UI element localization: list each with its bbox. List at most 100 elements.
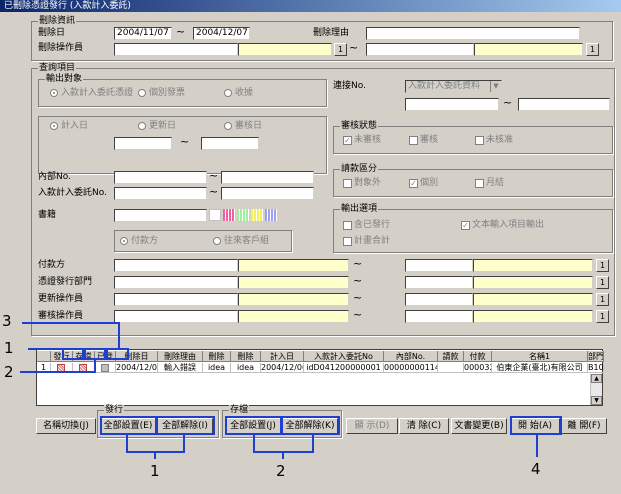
output-target-radio-1[interactable] [50,89,58,97]
deletion-date-to[interactable]: 2004/12/07 [193,27,250,40]
deletion-date-from[interactable]: 2004/11/07 [114,27,172,40]
date-to-input[interactable] [201,137,259,150]
internal-no-to[interactable] [221,171,314,184]
color-swatch-blue[interactable] [265,209,277,221]
amount-checkbox-1[interactable] [343,179,352,188]
approve-op-name-from [238,310,349,323]
update-op-name-to [473,293,593,306]
vertical-scrollbar[interactable]: ▲ ▼ [590,374,602,405]
color-swatch-yellow[interactable] [251,209,263,221]
lookup-button[interactable]: 1 [596,259,609,272]
deletion-reason-input[interactable] [366,27,580,40]
output-target-option-1: 入款計入委託憑證 [61,88,134,98]
lookup-button[interactable]: 1 [586,43,599,56]
annotation-line [183,434,185,452]
internal-no-from[interactable] [114,171,207,184]
link-no-from[interactable] [405,98,499,111]
date-from-input[interactable] [114,137,172,150]
update-op-code-from[interactable] [114,293,238,306]
deletion-operator-name-to [474,43,583,56]
clear-button[interactable]: 清 除(C) [399,418,449,434]
date-type-radio-1[interactable] [50,122,58,130]
output-target-radio-3[interactable] [224,89,232,97]
output-target-radio-2[interactable] [138,89,146,97]
scroll-down-icon[interactable]: ▼ [591,396,602,405]
output-target-option-2: 個別發票 [149,88,186,98]
grid-header-name1[interactable]: 名稱1 [492,351,588,362]
dept-code-from[interactable] [114,276,238,289]
entrusted-no-to[interactable] [221,187,314,200]
color-swatch-green[interactable] [237,209,249,221]
output-option-checkbox-2[interactable]: ✓ [461,221,470,230]
grid-header-delete-reason[interactable]: 刪除理由 [158,351,203,362]
payer-name-to [473,259,593,272]
review-checkbox-2[interactable] [409,136,418,145]
output-option-checkbox-3[interactable] [343,237,352,246]
payer-code-from[interactable] [114,259,238,272]
entrusted-no-from[interactable] [114,187,207,200]
range-tilde: ~ [353,308,363,321]
grid-header-delete-2[interactable]: 刪除 [231,351,261,362]
name-switch-button[interactable]: 名稱切換(J) [36,418,96,434]
dept-code-to[interactable] [405,276,473,289]
update-op-code-to[interactable] [405,293,473,306]
review-option-3: 未核准 [486,135,514,145]
review-checkbox-1[interactable]: ✓ [343,136,352,145]
deletion-reason-label: 刪除理由 [313,28,350,38]
range-tilde: ~ [176,25,186,38]
grid-header-internal-no[interactable]: 內部No. [384,351,438,362]
annotation-line [22,322,120,324]
color-swatch-pink[interactable] [223,209,235,221]
lookup-button[interactable]: 1 [334,43,347,56]
grid-cell-name1: 伯東企業(臺北)有限公司 [492,363,588,373]
grid-header-entrusted-no[interactable]: 入款計入委託No [304,351,384,362]
review-checkbox-3[interactable] [475,136,484,145]
grid-header-payment[interactable]: 付款 [464,351,492,362]
internal-no-label: 內部No. [38,172,71,182]
grid-header-posting-date[interactable]: 計入日 [261,351,304,362]
book-input[interactable] [114,209,207,222]
annotation-line [312,434,314,452]
output-option-2: 文本輸入項目輸出 [472,220,545,230]
approve-op-code-to[interactable] [405,310,473,323]
grid-header-claim[interactable]: 請款 [438,351,464,362]
annotation-box-registered-column [106,348,129,360]
grid-cell-entrusted-no: idD041200000001 [304,363,384,373]
payer-code-to[interactable] [405,259,473,272]
date-type-option-1: 計入日 [61,121,89,131]
approve-op-code-from[interactable] [114,310,238,323]
lookup-button[interactable]: 1 [596,293,609,306]
scroll-up-icon[interactable]: ▲ [591,374,602,383]
grid-header-dept[interactable]: 部門 [588,351,604,362]
output-option-checkbox-1[interactable] [343,221,352,230]
exit-button[interactable]: 離 開(F) [561,418,607,434]
lookup-button[interactable]: 1 [596,276,609,289]
display-button[interactable]: 顯 示(D) [346,418,398,434]
link-no-to[interactable] [518,98,610,111]
date-type-radio-2[interactable] [138,122,146,130]
lookup-button[interactable]: 1 [596,310,609,323]
grid-cell-delete-1: idea [203,363,231,373]
date-type-radio-3[interactable] [224,122,232,130]
party-radio-group[interactable] [213,237,221,245]
review-option-1: 未審核 [354,135,382,145]
deletion-operator-code-from[interactable] [114,43,238,56]
amount-checkbox-2[interactable]: ✓ [409,179,418,188]
amount-checkbox-3[interactable] [475,179,484,188]
document-change-button[interactable]: 文書變更(B) [451,418,507,434]
chevron-down-icon[interactable]: ▼ [490,81,501,92]
grid-header-delete-1[interactable]: 刪除 [203,351,231,362]
annotation-label-1-top: 1 [4,339,14,357]
annotation-line [20,371,96,373]
range-tilde: ~ [180,135,190,148]
party-radio-payer[interactable] [120,237,128,245]
annotation-line [94,358,96,372]
annotation-line [536,434,538,457]
link-no-select[interactable]: 入款計入委託資料 ▼ [405,80,502,93]
approve-op-label: 審核操作員 [38,311,84,321]
party-option-payer: 付款方 [131,236,159,246]
registered-checkbox[interactable] [101,364,109,372]
deletion-operator-code-to[interactable] [366,43,474,56]
grid-cell-registered[interactable] [95,363,116,373]
color-swatch-white[interactable] [209,209,221,221]
